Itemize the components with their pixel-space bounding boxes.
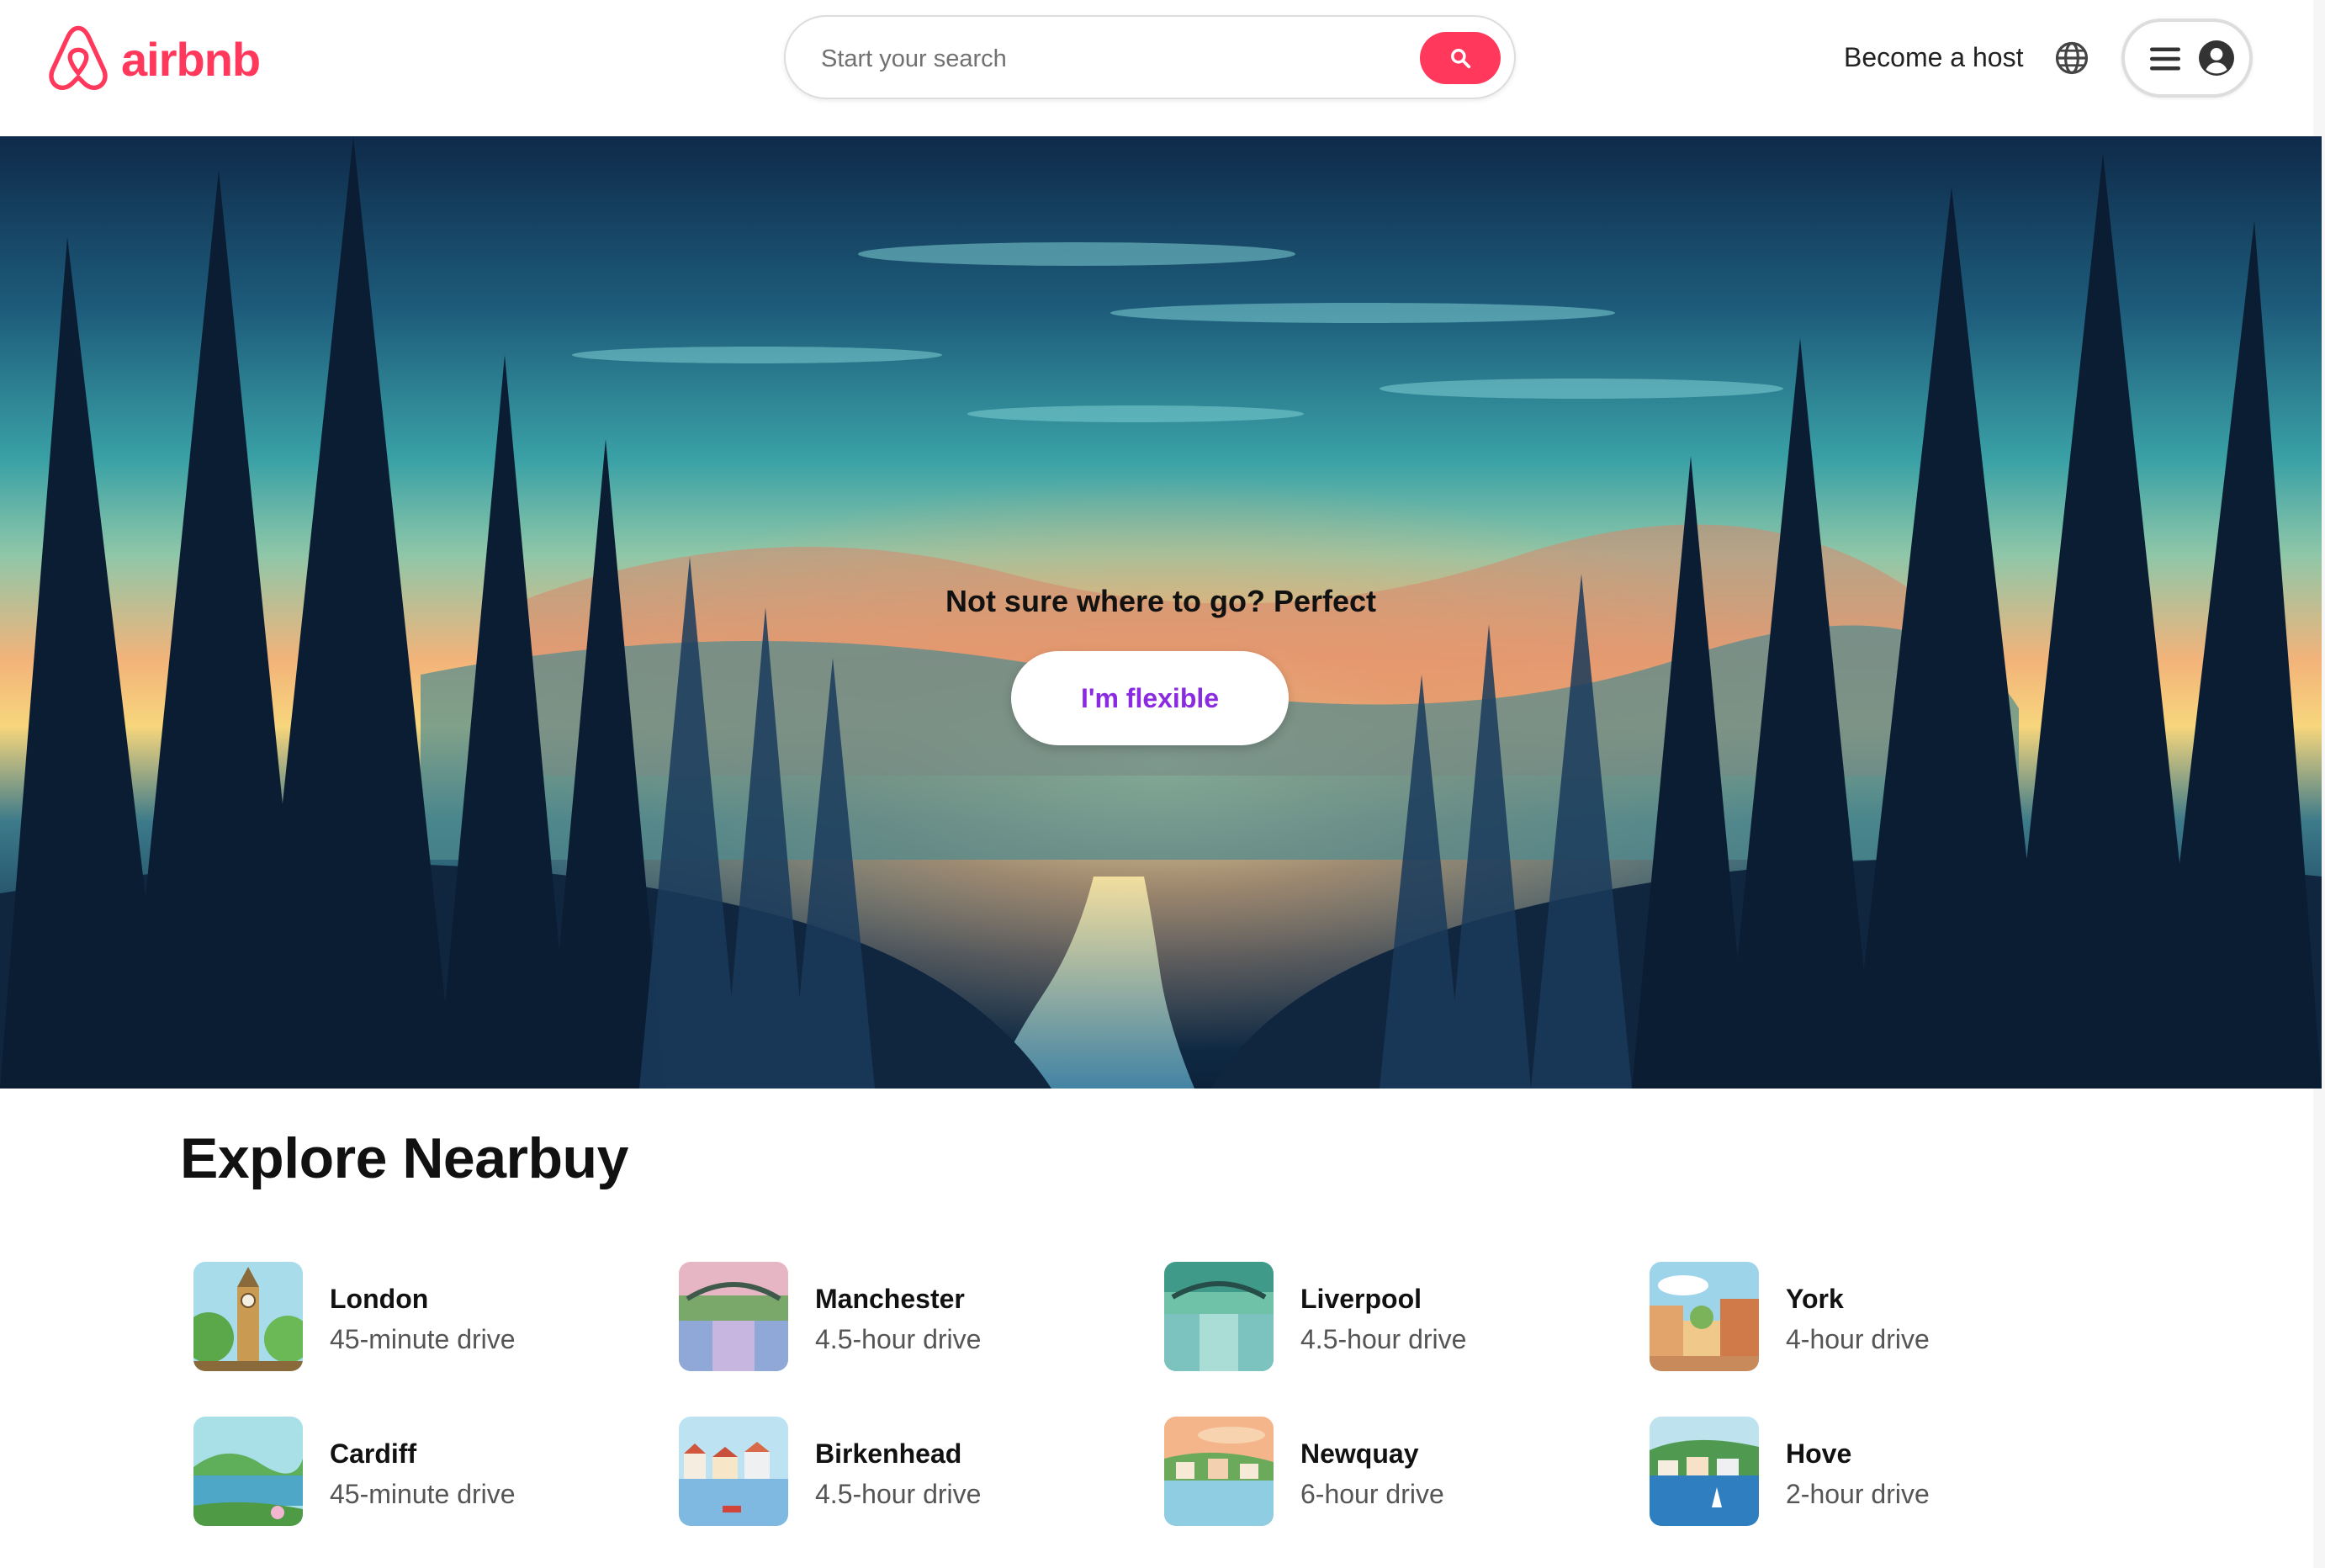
destination-city: Manchester bbox=[815, 1284, 965, 1314]
destination-city: Cardiff bbox=[330, 1438, 417, 1469]
destination-drive-time: 4.5-hour drive bbox=[815, 1324, 982, 1354]
search-icon bbox=[1451, 49, 1471, 69]
user-menu-button[interactable] bbox=[2121, 19, 2253, 98]
im-flexible-button[interactable]: I'm flexible bbox=[1011, 651, 1289, 745]
hero-banner: Not sure where to go? Perfect I'm flexib… bbox=[0, 136, 2322, 1089]
destination-city: Newquay bbox=[1300, 1438, 1419, 1469]
harbour-town-illustration bbox=[679, 1417, 788, 1526]
destination-card-hove[interactable]: Hove 2-hour drive bbox=[1650, 1417, 2121, 1526]
become-host-link[interactable]: Become a host bbox=[1844, 42, 2023, 73]
coastal-village-illustration bbox=[1164, 1417, 1274, 1526]
canal-bridge-illustration bbox=[679, 1262, 788, 1371]
destination-thumbnail bbox=[193, 1262, 303, 1371]
destination-card-cardiff[interactable]: Cardiff 45-minute drive bbox=[193, 1417, 665, 1526]
destination-thumbnail bbox=[1164, 1417, 1274, 1526]
destination-card-york[interactable]: York 4-hour drive bbox=[1650, 1262, 2121, 1371]
big-ben-illustration bbox=[193, 1262, 303, 1371]
destination-thumbnail bbox=[679, 1262, 788, 1371]
hamburger-menu-icon bbox=[2150, 47, 2180, 71]
destination-thumbnail bbox=[193, 1417, 303, 1526]
destination-drive-time: 4.5-hour drive bbox=[1300, 1324, 1467, 1354]
destination-card-london[interactable]: London 45-minute drive bbox=[193, 1262, 665, 1371]
hero-headline: Not sure where to go? Perfect bbox=[945, 584, 1377, 618]
destination-city: Hove bbox=[1786, 1438, 1852, 1469]
logo-wordmark: airbnb bbox=[121, 32, 261, 86]
seaside-town-illustration bbox=[1650, 1417, 1759, 1526]
destination-city: Birkenhead bbox=[815, 1438, 962, 1469]
destination-thumbnail bbox=[1164, 1262, 1274, 1371]
destination-card-liverpool[interactable]: Liverpool 4.5-hour drive bbox=[1164, 1262, 1635, 1371]
destination-drive-time: 4-hour drive bbox=[1786, 1324, 1930, 1354]
destination-drive-time: 2-hour drive bbox=[1786, 1479, 1930, 1509]
top-nav: airbnb Become a host bbox=[0, 0, 2325, 136]
destination-card-birkenhead[interactable]: Birkenhead 4.5-hour drive bbox=[679, 1417, 1150, 1526]
explore-nearby-heading: Explore Nearbuy bbox=[180, 1126, 628, 1190]
search-button[interactable] bbox=[1420, 32, 1501, 84]
river-bridge-illustration bbox=[1164, 1262, 1274, 1371]
town-square-illustration bbox=[1650, 1262, 1759, 1371]
destination-thumbnail bbox=[1650, 1262, 1759, 1371]
destination-city: London bbox=[330, 1284, 429, 1314]
destination-card-manchester[interactable]: Manchester 4.5-hour drive bbox=[679, 1262, 1150, 1371]
destination-card-newquay[interactable]: Newquay 6-hour drive bbox=[1164, 1417, 1635, 1526]
user-avatar-icon bbox=[2199, 40, 2234, 76]
search-input[interactable] bbox=[819, 37, 1361, 81]
destination-thumbnail bbox=[1650, 1417, 1759, 1526]
destination-city: Liverpool bbox=[1300, 1284, 1422, 1314]
destination-drive-time: 6-hour drive bbox=[1300, 1479, 1444, 1509]
destination-thumbnail bbox=[679, 1417, 788, 1526]
airbnb-logo-icon bbox=[49, 25, 108, 90]
globe-icon[interactable] bbox=[2054, 40, 2089, 76]
search-bar[interactable] bbox=[784, 15, 1516, 99]
destination-drive-time: 45-minute drive bbox=[330, 1324, 516, 1354]
destination-drive-time: 4.5-hour drive bbox=[815, 1479, 982, 1509]
airbnb-logo[interactable]: airbnb bbox=[45, 24, 261, 94]
destination-drive-time: 45-minute drive bbox=[330, 1479, 516, 1509]
lake-hills-illustration bbox=[193, 1417, 303, 1526]
destination-city: York bbox=[1786, 1284, 1844, 1314]
